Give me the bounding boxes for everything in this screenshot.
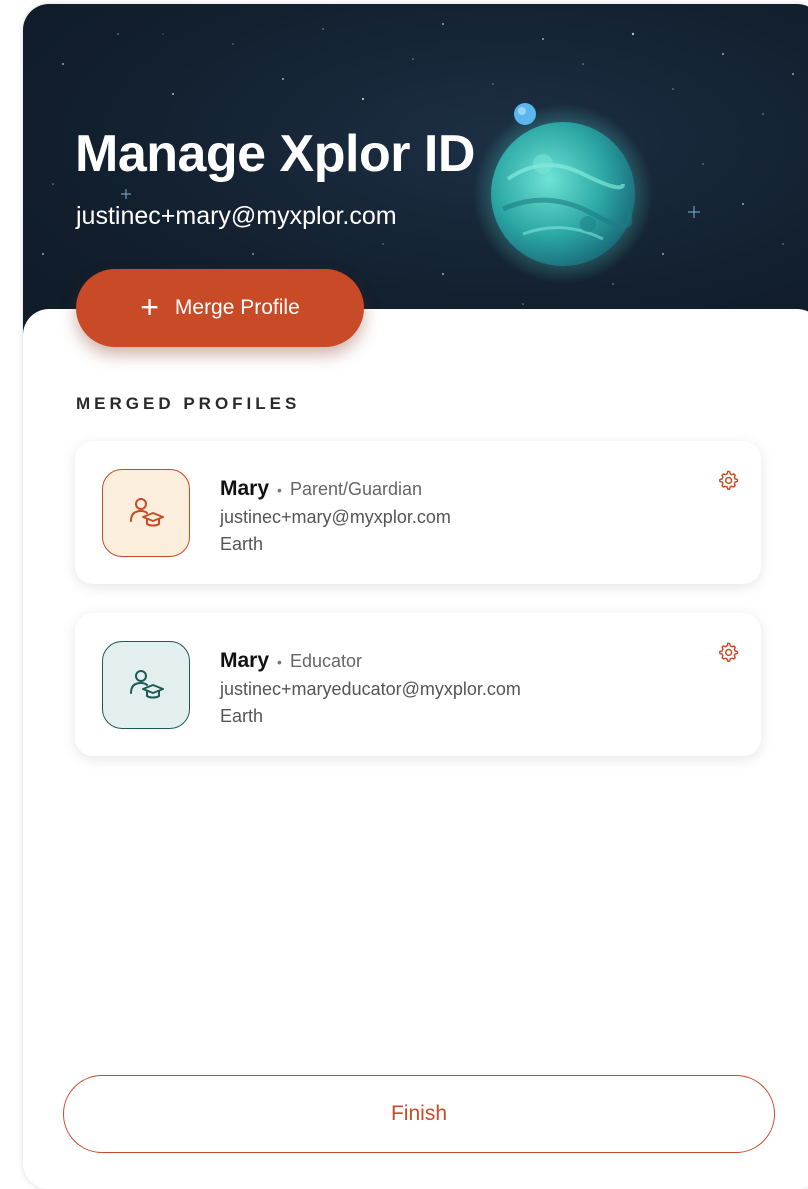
profile-role: Educator xyxy=(289,651,362,671)
separator-dot: • xyxy=(277,482,282,498)
profile-name: Mary xyxy=(220,649,270,672)
profile-card-educator[interactable]: Mary • Educator justinec+maryeducator@my… xyxy=(75,613,761,756)
profile-location: Earth xyxy=(220,534,264,554)
profile-role: Parent/Guardian xyxy=(289,479,423,499)
profile-details: Mary • Parent/Guardian justinec+mary@myx… xyxy=(220,477,451,555)
merge-profile-label: Merge Profile xyxy=(174,296,300,319)
merged-profiles-heading: MERGED PROFILES xyxy=(76,394,301,413)
profile-details: Mary • Educator justinec+maryeducator@my… xyxy=(220,649,521,727)
user-graduate-icon xyxy=(102,641,190,729)
plus-icon: + xyxy=(140,288,159,325)
separator-dot: • xyxy=(277,654,282,670)
user-graduate-icon xyxy=(102,469,190,557)
profile-card-parent[interactable]: Mary • Parent/Guardian justinec+mary@myx… xyxy=(75,441,761,584)
profile-email: justinec+maryeducator@myxplor.com xyxy=(220,679,521,699)
gear-icon[interactable] xyxy=(717,641,739,663)
finish-button[interactable]: Finish xyxy=(63,1075,775,1153)
profile-location: Earth xyxy=(220,706,264,726)
planet-illustration xyxy=(463,94,653,284)
merge-profile-button[interactable]: + Merge Profile xyxy=(76,269,364,347)
page-title: Manage Xplor ID xyxy=(75,125,475,183)
manage-xplor-id-screen: Manage Xplor ID justinec+mary@myxplor.co… xyxy=(23,4,808,1189)
account-email: justinec+mary@myxplor.com xyxy=(76,202,397,230)
profile-name: Mary xyxy=(220,477,270,500)
gear-icon[interactable] xyxy=(717,469,739,491)
profile-email: justinec+mary@myxplor.com xyxy=(220,507,451,527)
